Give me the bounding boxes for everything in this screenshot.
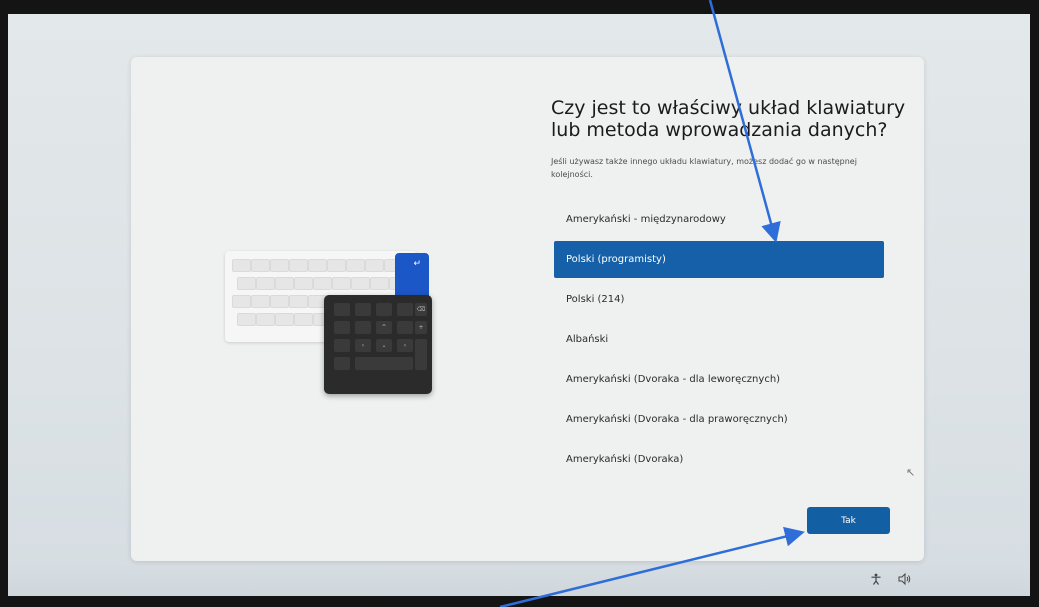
keyboard-layout-list: Amerykański - międzynarodowy Polski (pro… <box>554 201 884 481</box>
numpad-key <box>355 303 371 316</box>
layout-option[interactable]: Amerykański (Dvoraka - dla leworęcznych) <box>554 361 884 398</box>
keyboard-key <box>256 277 275 290</box>
numpad-key <box>397 303 413 316</box>
keyboard-key <box>256 313 275 326</box>
numpad-plus-key: + <box>415 321 427 334</box>
keyboard-key <box>332 277 351 290</box>
keyboard-key <box>294 277 313 290</box>
keyboard-key <box>346 259 365 272</box>
keyboard-key <box>237 313 256 326</box>
keyboard-key <box>289 259 308 272</box>
numpad-key <box>334 303 350 316</box>
keyboard-key <box>270 295 289 308</box>
numpad-key <box>355 321 371 334</box>
keyboard-key <box>289 295 308 308</box>
accessibility-icon[interactable] <box>870 573 882 588</box>
numpad-enter-key <box>415 339 427 370</box>
layout-option[interactable]: Polski (214) <box>554 281 884 318</box>
numpad-right-key: › <box>397 339 413 352</box>
volume-icon[interactable] <box>898 572 912 588</box>
layout-option-label: Amerykański (Dvoraka - dla praworęcznych… <box>566 414 788 425</box>
numpad-up-key: ^ <box>376 321 392 334</box>
numpad-key <box>334 339 350 352</box>
numpad-key <box>397 321 413 334</box>
enter-glyph: ↵ <box>413 259 421 269</box>
oobe-dialog: ↵ ⌫ ^ + ‹ ⌄ › Czy jest to właściwy układ… <box>131 57 924 561</box>
keyboard-key <box>313 277 332 290</box>
layout-option-label: Amerykański - międzynarodowy <box>566 214 726 225</box>
layout-option-selected[interactable]: Polski (programisty) <box>554 241 884 278</box>
keyboard-key <box>294 313 313 326</box>
keyboard-key <box>275 277 294 290</box>
setup-screen: ↵ ⌫ ^ + ‹ ⌄ › Czy jest to właściwy układ… <box>8 14 1030 596</box>
page-title: Czy jest to właściwy układ klawiatury lu… <box>551 97 906 141</box>
layout-option[interactable]: Amerykański - międzynarodowy <box>554 201 884 238</box>
keyboard-key <box>275 313 294 326</box>
keyboard-key <box>232 295 251 308</box>
numpad-image: ⌫ ^ + ‹ ⌄ › <box>324 295 432 394</box>
numpad-down-key: ⌄ <box>376 339 392 352</box>
keyboard-illustration: ↵ ⌫ ^ + ‹ ⌄ › <box>225 251 465 401</box>
layout-option-label: Amerykański (Dvoraka - dla leworęcznych) <box>566 374 781 385</box>
keyboard-key <box>251 295 270 308</box>
keyboard-key <box>270 259 289 272</box>
layout-option-label: Polski (programisty) <box>566 254 666 265</box>
layout-option-label: Polski (214) <box>566 294 625 305</box>
mouse-cursor-icon: ↖ <box>906 466 916 479</box>
confirm-button[interactable]: Tak <box>807 507 890 534</box>
keyboard-key <box>370 277 389 290</box>
numpad-key <box>334 321 350 334</box>
numpad-zero-key <box>355 357 413 370</box>
keyboard-key <box>232 259 251 272</box>
numpad-left-key: ‹ <box>355 339 371 352</box>
layout-option-label: Albański <box>566 334 609 345</box>
keyboard-key <box>251 259 270 272</box>
numpad-key <box>376 303 392 316</box>
keyboard-key <box>351 277 370 290</box>
keyboard-key <box>327 259 346 272</box>
keyboard-key <box>237 277 256 290</box>
layout-option-label: Amerykański (Dvoraka) <box>566 454 684 465</box>
layout-option[interactable]: Amerykański (Dvoraka - dla praworęcznych… <box>554 401 884 438</box>
layout-option[interactable]: Albański <box>554 321 884 358</box>
numpad-key <box>334 357 350 370</box>
layout-option[interactable]: Amerykański (Dvoraka) <box>554 441 884 478</box>
numpad-backspace-key: ⌫ <box>415 303 427 316</box>
page-description: Jeśli używasz także innego układu klawia… <box>551 157 857 179</box>
keyboard-key <box>308 259 327 272</box>
keyboard-key <box>365 259 384 272</box>
bottom-tray <box>8 566 1030 596</box>
